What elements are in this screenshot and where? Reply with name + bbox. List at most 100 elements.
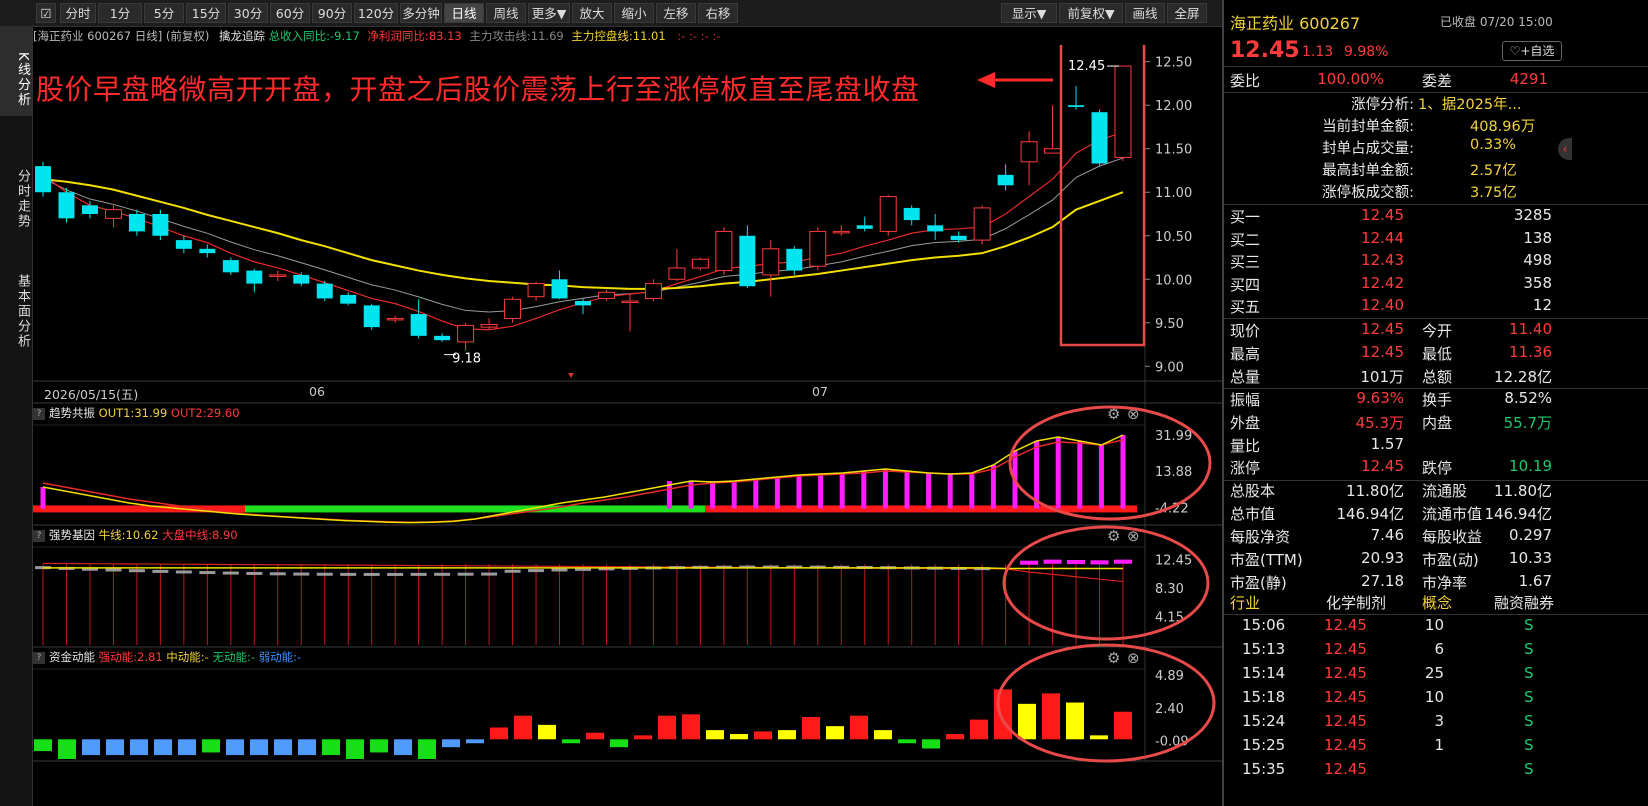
period-button[interactable]: 多分钟: [400, 3, 442, 23]
y-tick-label: 9.50: [1155, 317, 1184, 332]
trend-base-red: [705, 505, 1137, 513]
y-tick-label: 8.30: [1155, 582, 1184, 597]
weicha-value: 4291: [1509, 70, 1548, 88]
fund-bar: [778, 730, 796, 740]
gear-icon: ⚙: [1107, 649, 1120, 667]
candle-body: [621, 300, 639, 304]
candle-body: [997, 174, 1014, 186]
gene-gray-bar: [175, 570, 192, 574]
low-price-label: 9.18: [452, 352, 481, 367]
fund-bar: [394, 739, 412, 756]
trend-hist-bar: [1077, 441, 1083, 509]
period-button[interactable]: 周线: [486, 3, 526, 23]
candle-body: [973, 207, 991, 241]
date-start-label: 2026/05/15(五): [44, 387, 139, 402]
fund-bar: [226, 739, 244, 756]
fund-bar: [970, 719, 988, 740]
stat-label: 内盘: [1422, 413, 1453, 432]
collapse-panel-icon[interactable]: ‹: [1558, 138, 1572, 160]
fund-mid: 中动能:-: [166, 650, 209, 664]
indicator-name[interactable]: 擒龙追踪: [219, 29, 265, 43]
help-icon[interactable]: ?: [33, 651, 45, 664]
candle-body: [668, 267, 686, 280]
trend-hist-bar: [1055, 437, 1061, 509]
y-tick-label: 11.50: [1155, 143, 1192, 158]
fund-bar: [274, 739, 292, 756]
profit-label: 净利润同比:: [367, 29, 429, 43]
period-button[interactable]: 15分: [186, 3, 226, 23]
gene-gray-bar: [152, 569, 169, 573]
bid-price: 12.43: [1361, 251, 1404, 269]
period-button[interactable]: 更多▼: [528, 3, 570, 23]
industry-tag: 概念: [1422, 594, 1453, 612]
toolbar-button[interactable]: 画线: [1125, 3, 1165, 23]
gene-gray-bar: [199, 571, 216, 575]
gear-icon: ⚙: [1107, 527, 1120, 545]
fund-bar: [154, 739, 172, 756]
fund-bar: [826, 726, 844, 740]
fund-bar: [82, 739, 100, 756]
candle-body: [950, 235, 967, 241]
period-button[interactable]: 1分: [98, 3, 142, 23]
y-tick-label: 11.00: [1155, 186, 1192, 201]
fund-bar: [1066, 702, 1084, 740]
fund-bar: [250, 739, 268, 756]
gene-gray-bar: [457, 572, 474, 576]
candle-body: [1068, 105, 1085, 107]
period-button[interactable]: 90分: [312, 3, 352, 23]
toolbar-button[interactable]: 全屏: [1167, 3, 1207, 23]
period-button[interactable]: 左移: [656, 3, 696, 23]
stat-label: 总量: [1230, 367, 1261, 386]
candle-body: [410, 314, 427, 336]
fund-bar: [634, 735, 652, 740]
fund-bar: [562, 739, 580, 744]
fund-bar: [442, 739, 460, 748]
help-icon[interactable]: ?: [33, 407, 45, 420]
tick-time: 15:13: [1242, 640, 1286, 658]
limit-label: 封单占成交量:: [1322, 141, 1414, 157]
gene-gray-bar: [128, 569, 145, 573]
gene-gray-bar: [363, 572, 380, 576]
period-button[interactable]: 缩小: [614, 3, 654, 23]
fund-bar: [658, 715, 676, 740]
period-button[interactable]: 分时: [60, 3, 96, 23]
period-button[interactable]: 60分: [270, 3, 310, 23]
fund-bar: [898, 739, 916, 744]
stat-label: 总市值: [1230, 505, 1276, 524]
period-button[interactable]: 右移: [698, 3, 738, 23]
candle-body: [879, 196, 897, 232]
period-button[interactable]: 120分: [354, 3, 398, 23]
stat-value: 0.297: [1509, 526, 1552, 545]
period-button[interactable]: 5分: [144, 3, 184, 23]
toggle-icon[interactable]: ☑: [36, 3, 56, 23]
tick-direction: S: [1524, 712, 1534, 730]
stat-value: 11.80亿: [1346, 482, 1404, 501]
limit-label: 涨停板成交额:: [1322, 185, 1414, 201]
fund-bar: [130, 739, 148, 756]
bid-price: 12.45: [1361, 206, 1404, 224]
stat-label: 外盘: [1230, 413, 1261, 432]
current-price: 12.45: [1230, 38, 1300, 63]
add-watchlist-button[interactable]: ♡+自选: [1502, 41, 1562, 61]
help-icon[interactable]: ?: [33, 529, 45, 542]
nav-intraday[interactable]: 分时走势: [0, 144, 32, 244]
period-button[interactable]: 30分: [228, 3, 268, 23]
candle-body: [222, 260, 239, 273]
period-button[interactable]: 放大: [572, 3, 612, 23]
toolbar-button[interactable]: 显示▼: [1001, 3, 1057, 23]
chart-area[interactable]: 12.50 12.00 11.50 11.00 10.50 10.00 9.50 9.00 12…: [33, 45, 1222, 806]
bid-price: 12.44: [1361, 228, 1404, 247]
adjust-label: (前复权): [165, 29, 210, 43]
nav-fundamental[interactable]: 基本面分析: [0, 248, 32, 366]
candle-body: [715, 230, 733, 272]
toolbar-button[interactable]: 前复权▼: [1059, 3, 1123, 23]
period-button[interactable]: 日线: [444, 3, 484, 23]
tick-direction: S: [1524, 616, 1534, 634]
trend-hist-bar: [796, 475, 802, 509]
stat-value: 1.57: [1370, 434, 1404, 453]
fund-bar: [922, 739, 940, 749]
limit-label: 涨停分析:: [1351, 97, 1414, 113]
trend-base-green: [245, 505, 705, 513]
fund-bar: [346, 739, 364, 759]
nav-kline[interactable]: K线分析: [0, 26, 32, 116]
